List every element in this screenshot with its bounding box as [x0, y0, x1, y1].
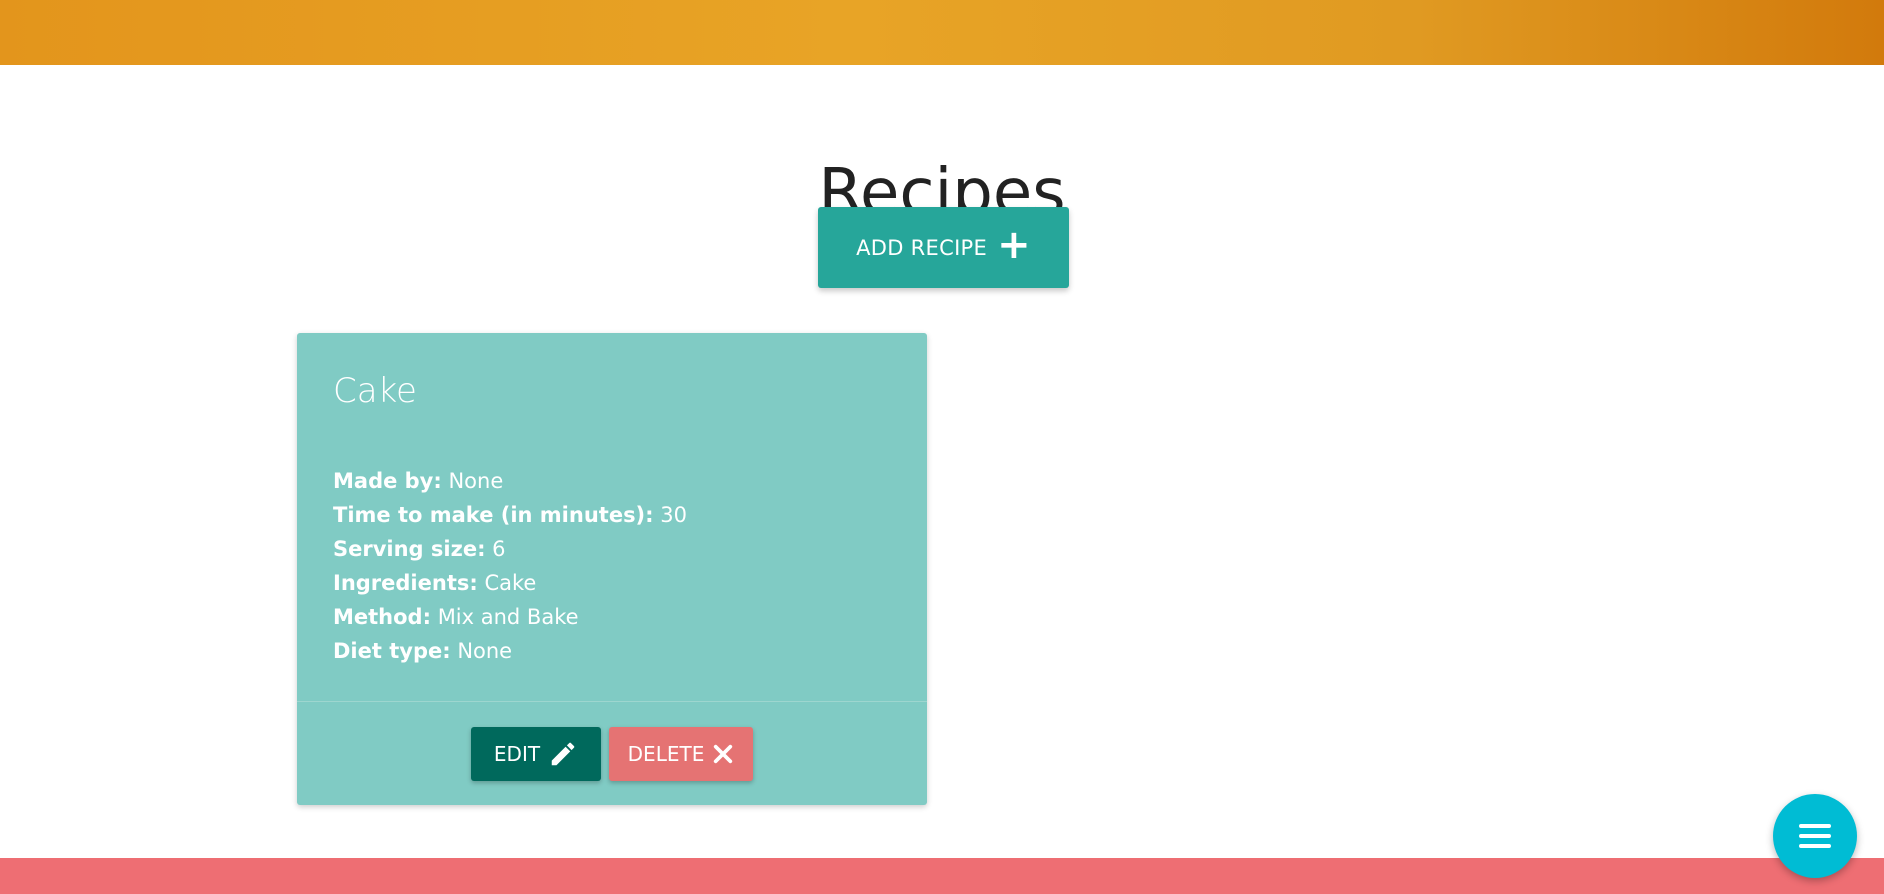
- card-actions: EDIT DELETE: [297, 727, 927, 781]
- detail-method: Method: Mix and Bake: [333, 600, 687, 634]
- detail-label: Time to make (in minutes):: [333, 503, 654, 527]
- detail-value: Cake: [484, 571, 537, 595]
- detail-label: Made by:: [333, 469, 442, 493]
- card-divider: [297, 701, 927, 702]
- detail-value: Mix and Bake: [437, 605, 579, 629]
- recipe-title: Cake: [333, 371, 417, 411]
- recipe-details: Made by: None Time to make (in minutes):…: [333, 464, 687, 668]
- detail-value: None: [457, 639, 513, 663]
- detail-label: Ingredients:: [333, 571, 478, 595]
- detail-ingredients: Ingredients: Cake: [333, 566, 687, 600]
- pencil-icon: [551, 742, 575, 766]
- delete-button[interactable]: DELETE: [609, 727, 753, 781]
- menu-fab-button[interactable]: [1773, 794, 1857, 878]
- header-banner: [0, 0, 1884, 65]
- edit-label: EDIT: [493, 742, 541, 766]
- detail-value: 30: [660, 503, 687, 527]
- delete-label: DELETE: [627, 742, 705, 766]
- recipe-card: Cake Made by: None Time to make (in minu…: [297, 333, 927, 805]
- add-recipe-label: ADD RECIPE: [856, 235, 988, 260]
- edit-button[interactable]: EDIT: [471, 727, 601, 781]
- detail-value: None: [448, 469, 504, 493]
- hamburger-menu-icon: [1799, 824, 1831, 848]
- plus-icon: +: [997, 221, 1031, 268]
- detail-label: Diet type:: [333, 639, 451, 663]
- add-recipe-button[interactable]: ADD RECIPE +: [818, 207, 1069, 288]
- detail-made-by: Made by: None: [333, 464, 687, 498]
- detail-time-to-make: Time to make (in minutes): 30: [333, 498, 687, 532]
- detail-diet-type: Diet type: None: [333, 634, 687, 668]
- detail-value: 6: [492, 537, 506, 561]
- footer-bar: [0, 858, 1884, 894]
- detail-serving-size: Serving size: 6: [333, 532, 687, 566]
- detail-label: Method:: [333, 605, 431, 629]
- close-icon: [714, 744, 733, 764]
- detail-label: Serving size:: [333, 537, 486, 561]
